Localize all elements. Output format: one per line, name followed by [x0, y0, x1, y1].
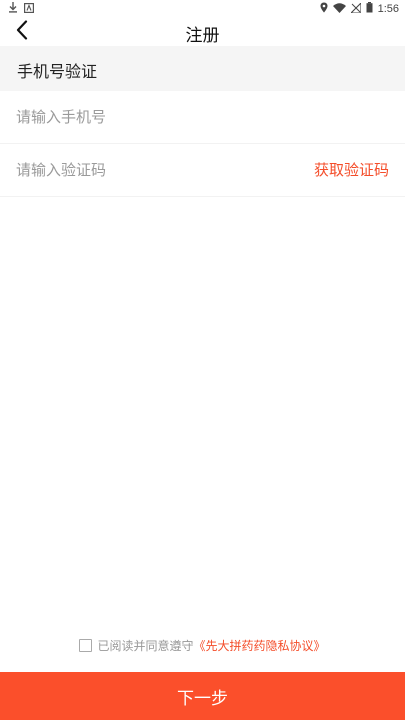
status-left — [8, 2, 35, 16]
phone-input[interactable] — [16, 105, 286, 129]
section-header: 手机号验证 — [0, 46, 405, 91]
privacy-policy-link[interactable]: 《先大拼药药隐私协议》 — [194, 637, 326, 654]
get-code-button[interactable]: 获取验证码 — [314, 159, 389, 180]
verification-code-input[interactable] — [16, 158, 286, 182]
nav-bar: 注册 — [0, 18, 405, 46]
agreement-text: 已阅读并同意遵守 — [97, 639, 194, 653]
page-title: 注册 — [185, 26, 220, 46]
section-title: 手机号验证 — [17, 62, 98, 81]
agreement: 已阅读并同意遵守 《先大拼药药隐私协议》 — [0, 637, 405, 654]
signal-icon — [349, 1, 362, 16]
agreement-checkbox[interactable] — [79, 639, 93, 652]
notification-icon — [24, 2, 35, 16]
location-icon — [320, 2, 328, 16]
status-time: 1:56 — [377, 3, 399, 15]
download-icon — [8, 2, 18, 16]
phone-row — [0, 91, 405, 144]
wifi-icon — [332, 2, 346, 16]
status-bar: 1:56 — [0, 0, 405, 18]
status-right: 1:56 — [320, 1, 399, 16]
next-button[interactable]: 下一步 — [0, 672, 405, 720]
battery-icon — [366, 2, 373, 16]
code-row: 获取验证码 — [0, 144, 405, 197]
